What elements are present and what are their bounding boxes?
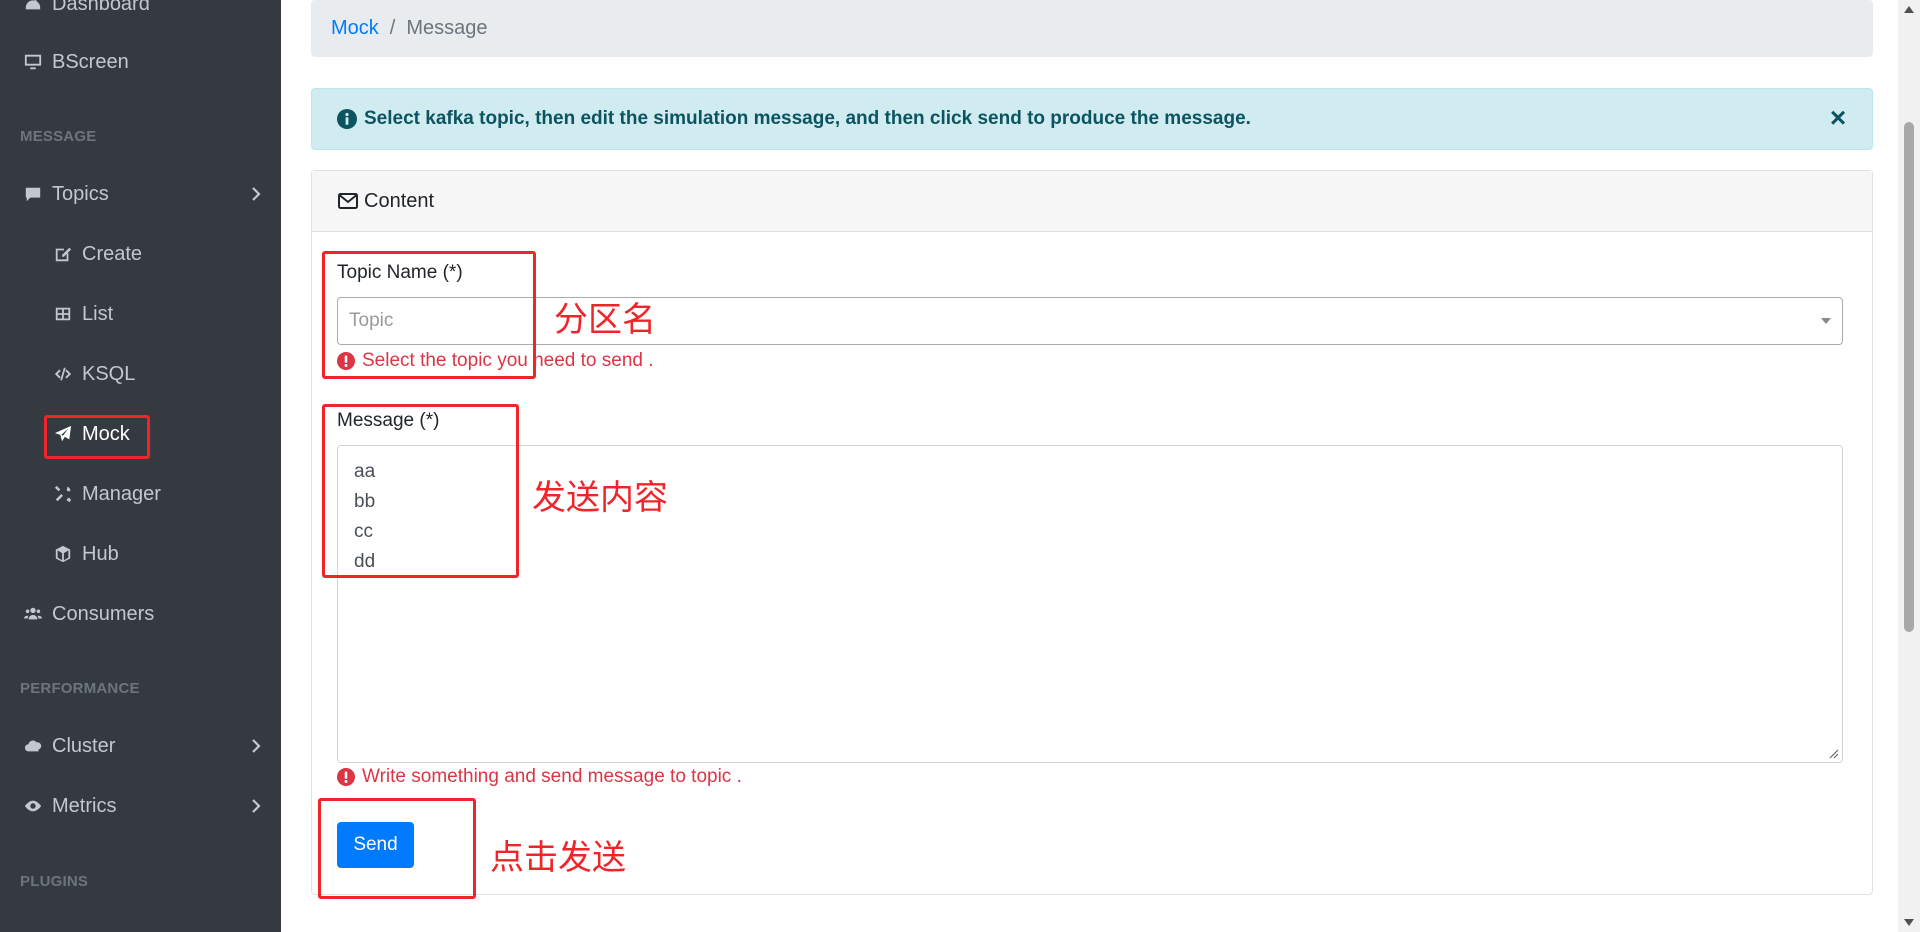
sidebar-item-create[interactable]: Create: [0, 232, 281, 276]
annotation-send-note: 点击发送: [490, 838, 626, 878]
table-icon: [50, 304, 76, 324]
chevron-right-icon: [251, 737, 261, 755]
dashboard-icon: [20, 0, 46, 14]
breadcrumb-link-mock[interactable]: Mock: [331, 17, 379, 40]
main-content: Mock / Message Select kafka topic, then …: [281, 0, 1898, 932]
close-icon[interactable]: ×: [1828, 104, 1848, 132]
alert-message: Select kafka topic, then edit the simula…: [364, 108, 1251, 129]
edit-icon: [50, 244, 76, 264]
annotation-topic-note: 分区名: [554, 300, 656, 340]
comment-icon: [20, 184, 46, 204]
sidebar-item-bscreen[interactable]: BScreen: [0, 40, 281, 84]
message-error-text: Write something and send message to topi…: [362, 766, 742, 787]
sidebar-item-dashboard[interactable]: Dashboard: [0, 0, 281, 26]
annotation-box-topic: [322, 251, 536, 379]
cloud-icon: [20, 736, 46, 756]
sidebar-item-label: Dashboard: [52, 0, 150, 15]
envelope-icon: [338, 193, 358, 209]
sidebar-item-topics[interactable]: Topics: [0, 172, 281, 216]
sidebar-header-plugins: PLUGINS: [20, 873, 89, 890]
cube-icon: [50, 544, 76, 564]
chevron-right-icon: [251, 797, 261, 815]
info-alert: Select kafka topic, then edit the simula…: [311, 88, 1873, 150]
code-icon: [50, 364, 76, 384]
exclamation-circle-icon: [337, 768, 355, 786]
card-title: Content: [364, 189, 435, 212]
sidebar-item-consumers[interactable]: Consumers: [0, 592, 281, 636]
sidebar-item-label: Manager: [82, 482, 161, 505]
sidebar-item-list[interactable]: List: [0, 292, 281, 336]
sidebar-item-label: Topics: [52, 182, 109, 205]
annotation-box-mock: [44, 415, 150, 459]
sidebar-item-label: Cluster: [52, 734, 116, 757]
annotation-box-send: [318, 798, 476, 899]
scrollbar-thumb[interactable]: [1904, 122, 1914, 632]
caret-down-icon: [1821, 318, 1831, 324]
sidebar-item-manager[interactable]: Manager: [0, 472, 281, 516]
message-line: cc: [354, 521, 373, 542]
sidebar-header-message: MESSAGE: [20, 128, 97, 145]
sidebar: Dashboard BScreen MESSAGE Topics Create …: [0, 0, 281, 932]
sidebar-item-label: Consumers: [52, 602, 155, 625]
annotation-box-message: [322, 404, 519, 578]
sidebar-item-label: BScreen: [52, 50, 129, 73]
sidebar-item-metrics[interactable]: Metrics: [0, 784, 281, 828]
info-circle-icon: [337, 109, 357, 129]
sidebar-item-ksql[interactable]: KSQL: [0, 352, 281, 396]
sidebar-header-performance: PERFORMANCE: [20, 680, 140, 697]
sidebar-item-label: KSQL: [82, 362, 136, 385]
app-window: Dashboard BScreen MESSAGE Topics Create …: [0, 0, 1920, 932]
desktop-icon: [20, 52, 46, 72]
breadcrumb-current: Message: [406, 17, 488, 39]
scroll-down-arrow-icon[interactable]: [1904, 919, 1914, 926]
sidebar-item-cluster[interactable]: Cluster: [0, 724, 281, 768]
message-error: Write something and send message to topi…: [337, 766, 742, 788]
tools-icon: [50, 484, 76, 504]
breadcrumb: Mock / Message: [311, 0, 1873, 57]
sidebar-item-label: Metrics: [52, 794, 117, 817]
scroll-up-arrow-icon[interactable]: [1904, 6, 1914, 13]
eye-icon: [20, 796, 46, 816]
sidebar-item-hub[interactable]: Hub: [0, 532, 281, 576]
resize-handle-icon[interactable]: [1829, 749, 1839, 759]
card-header: Content: [312, 171, 1872, 232]
annotation-message-note: 发送内容: [532, 478, 668, 518]
sidebar-item-label: Create: [82, 242, 143, 265]
breadcrumb-separator: /: [389, 17, 396, 39]
message-line: dd: [354, 551, 376, 572]
sidebar-item-label: Hub: [82, 542, 119, 565]
users-icon: [20, 604, 46, 624]
sidebar-item-label: List: [82, 302, 114, 325]
vertical-scrollbar[interactable]: [1898, 0, 1920, 932]
chevron-right-icon: [251, 185, 261, 203]
